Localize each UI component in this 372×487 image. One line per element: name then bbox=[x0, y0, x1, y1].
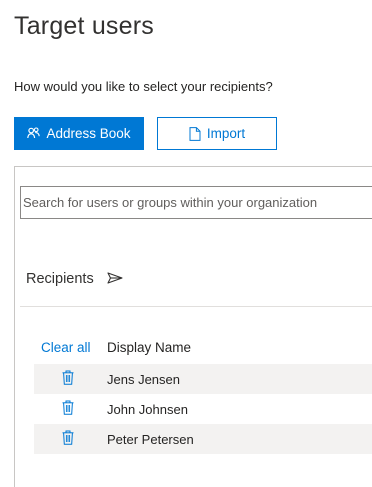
column-header-display-name: Display Name bbox=[107, 340, 192, 355]
import-label: Import bbox=[206, 126, 246, 141]
recipients-table-header: Clear all Display Name bbox=[34, 337, 372, 359]
recipient-name: John Johnsen bbox=[107, 402, 188, 417]
search-input[interactable] bbox=[20, 186, 372, 219]
recipient-question: How would you like to select your recipi… bbox=[14, 79, 273, 94]
people-icon bbox=[27, 127, 41, 140]
address-book-button[interactable]: Address Book bbox=[14, 117, 144, 150]
recipient-name: Peter Petersen bbox=[107, 432, 194, 447]
recipient-name: Jens Jensen bbox=[107, 372, 180, 387]
recipients-heading: Recipients bbox=[26, 271, 94, 287]
table-row: Peter Petersen bbox=[34, 424, 372, 454]
address-book-label: Address Book bbox=[46, 126, 131, 141]
table-row: John Johnsen bbox=[34, 394, 372, 424]
trash-icon[interactable] bbox=[62, 430, 74, 450]
send-icon bbox=[107, 271, 123, 289]
page-title: Target users bbox=[14, 12, 154, 40]
table-row: Jens Jensen bbox=[34, 364, 372, 394]
trash-icon[interactable] bbox=[62, 400, 74, 420]
clear-all-link[interactable]: Clear all bbox=[41, 340, 91, 355]
divider bbox=[20, 306, 372, 307]
document-icon bbox=[189, 126, 201, 141]
trash-icon[interactable] bbox=[62, 370, 74, 390]
import-button[interactable]: Import bbox=[157, 117, 277, 150]
